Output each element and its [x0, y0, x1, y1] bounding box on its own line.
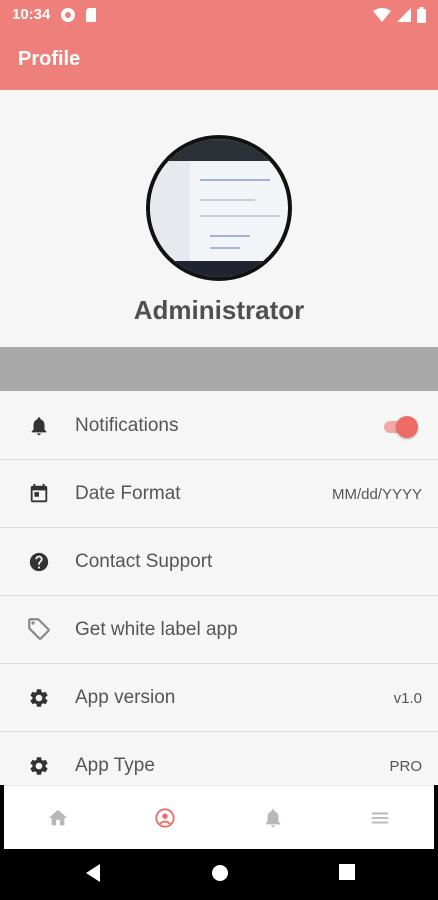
bell-icon [31, 417, 47, 436]
back-icon[interactable] [84, 863, 102, 883]
white-label-label: Get white label app [75, 619, 238, 640]
date-format-value: MM/dd/YYYY [331, 486, 422, 503]
app-type-value: PRO [389, 758, 422, 775]
contact-support-label: Contact Support [75, 551, 213, 572]
date-format-row[interactable]: Date Format MM/dd/YYYY [0, 460, 438, 528]
system-nav-bar [0, 849, 438, 900]
bottom-nav [4, 785, 434, 849]
notifications-row[interactable]: Notifications [0, 392, 438, 460]
avatar[interactable] [146, 135, 292, 281]
signal-icon [397, 8, 411, 22]
user-name: Administrator [133, 295, 305, 325]
gear-icon [30, 689, 48, 707]
status-time: 10:34 [12, 6, 51, 23]
status-bar: 10:34 [0, 0, 438, 30]
profile-icon [155, 807, 175, 828]
help-icon [29, 552, 49, 572]
notifications-toggle[interactable] [382, 416, 418, 438]
sd-card-icon [86, 8, 96, 22]
settings-list: Notifications Date Format MM/dd/YYYY Con… [0, 392, 438, 785]
nav-home[interactable] [4, 786, 112, 849]
profile-content[interactable]: Administrator Notifications Date Format … [0, 90, 438, 785]
bell-icon [265, 808, 281, 827]
app-bar: Profile [0, 30, 438, 90]
wifi-icon [373, 8, 391, 22]
nav-menu[interactable] [327, 786, 435, 849]
section-divider [0, 347, 438, 391]
calendar-icon [30, 483, 48, 503]
gear-icon [30, 757, 48, 775]
page-title: Profile [18, 48, 81, 70]
app-version-label: App version [75, 687, 176, 708]
nav-notifications[interactable] [219, 786, 327, 849]
home-icon [48, 809, 67, 825]
white-label-row[interactable]: Get white label app [0, 596, 438, 664]
battery-icon [417, 7, 426, 23]
recents-icon[interactable] [338, 863, 356, 881]
app-version-row[interactable]: App version v1.0 [0, 664, 438, 732]
menu-icon [372, 812, 389, 823]
sync-status-icon [61, 8, 75, 22]
app-type-label: App Type [75, 755, 155, 776]
app-type-row[interactable]: App Type PRO [0, 732, 438, 785]
home-button-icon[interactable] [210, 863, 230, 883]
nav-profile[interactable] [112, 786, 220, 849]
tag-icon [28, 618, 50, 640]
contact-support-row[interactable]: Contact Support [0, 528, 438, 596]
date-format-label: Date Format [75, 483, 181, 504]
notifications-label: Notifications [75, 415, 179, 436]
app-version-value: v1.0 [393, 690, 422, 707]
